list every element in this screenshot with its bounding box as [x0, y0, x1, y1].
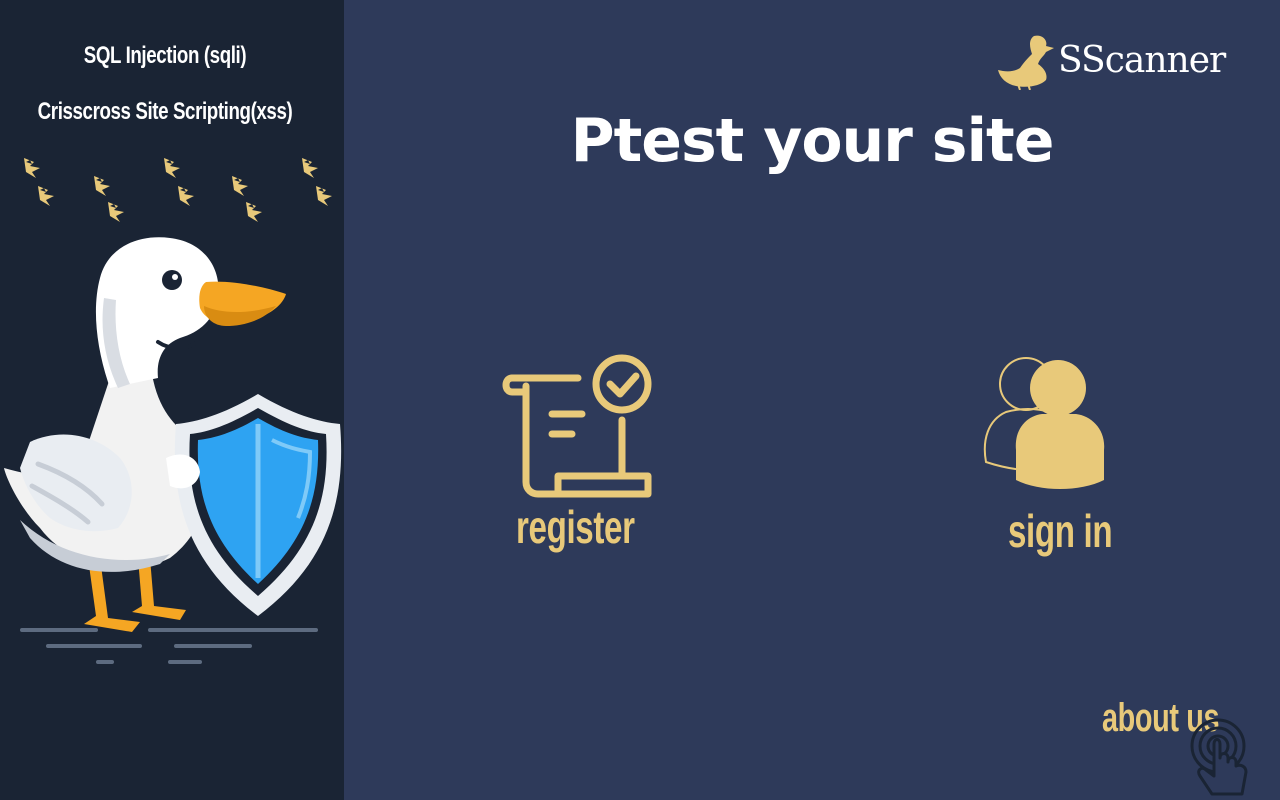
bird-icon	[232, 176, 262, 222]
brand-logo[interactable]: SScanner	[998, 32, 1228, 92]
pointer-hand-icon	[1190, 718, 1248, 796]
sidebar: SQL Injection (sqli) Crisscross Site Scr…	[0, 0, 344, 800]
users-icon	[983, 357, 1105, 489]
page-title: Ptest your site	[570, 106, 1055, 176]
duck-icon	[998, 35, 1054, 91]
sign-in-label: sign in	[1008, 505, 1113, 557]
brand-name: SScanner	[1058, 40, 1226, 81]
document-check-icon	[502, 354, 652, 498]
topic-xss-label: Crisscross Site Scripting(xss)	[37, 98, 293, 125]
flying-ducks-decoration	[24, 158, 332, 222]
bird-icon	[94, 176, 124, 222]
bird-icon	[164, 158, 194, 206]
register-label: register	[516, 501, 635, 553]
duck-with-shield-icon	[4, 237, 342, 664]
bird-icon	[302, 158, 332, 206]
register-button[interactable]: register	[498, 350, 668, 560]
about-us-link[interactable]: about us	[1100, 692, 1270, 800]
sign-in-button[interactable]: sign in	[980, 350, 1130, 560]
topic-sqli-label: SQL Injection (sqli)	[83, 42, 247, 69]
bird-icon	[24, 158, 54, 206]
landing-page: SQL Injection (sqli) Crisscross Site Scr…	[0, 0, 1280, 800]
